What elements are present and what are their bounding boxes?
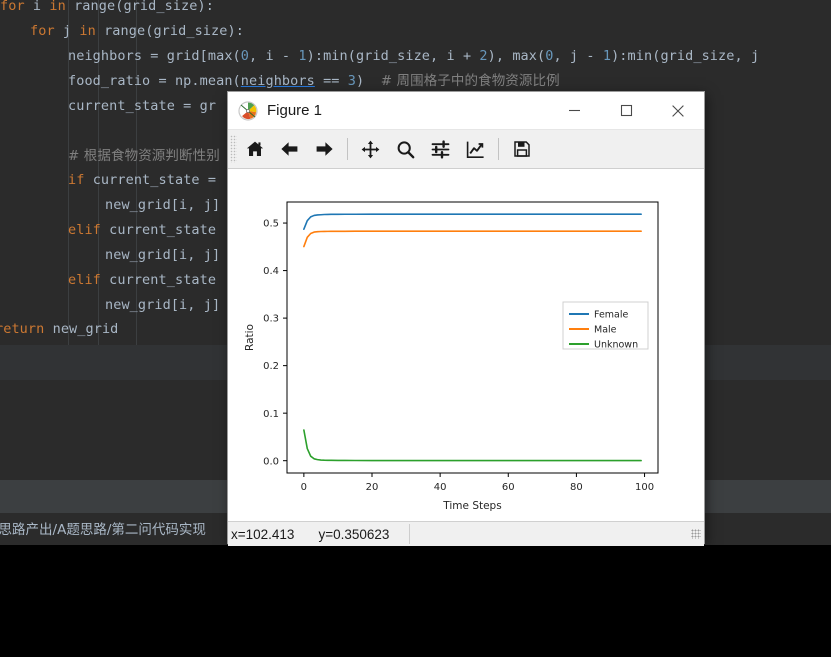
svg-text:0.3: 0.3 [263,314,279,325]
home-icon[interactable] [238,134,271,164]
code-line: current_state = gr [68,98,217,114]
editor-breadcrumb-path[interactable]: /思路产出/A题思路/第二问代码实现 [0,518,206,538]
code-line: elif current_state [68,222,217,238]
toolbar-drag-grip[interactable] [230,135,237,163]
code-line: new_grid[i, j] [105,197,221,213]
svg-text:Ratio: Ratio [244,324,256,351]
figure-status-bar: x=102.413 y=0.350623 [228,521,704,546]
pan-move-icon[interactable] [354,134,387,164]
cursor-y-readout: y=0.350623 [318,526,390,542]
edit-curve-icon[interactable] [459,134,492,164]
close-button[interactable] [652,92,704,129]
code-line: return new_grid [0,321,119,337]
code-line: neighbors = grid[max(0, i - 1):min(grid_… [68,48,760,64]
code-line: # 根据食物资源判断性别 [68,148,220,164]
forward-arrow-icon[interactable] [308,134,341,164]
svg-text:0.4: 0.4 [263,266,279,277]
code-line: elif current_state [68,272,217,288]
resize-grip[interactable] [691,529,701,539]
svg-text:Female: Female [594,309,629,320]
figure-canvas[interactable]: 0 20 40 60 80 100 0.0 0.1 0.2 0.3 0.4 0.5 Time Steps… [228,169,704,521]
svg-text:80: 80 [570,482,583,493]
svg-text:0.5: 0.5 [263,219,279,230]
save-floppy-icon[interactable] [505,134,538,164]
maximize-button[interactable] [600,92,652,129]
code-line: for j in range(grid_size): [30,23,244,39]
cursor-x-readout: x=102.413 [231,526,295,542]
matplotlib-logo-icon [238,100,258,121]
code-line: food_ratio = np.mean(neighbors == 3) # 周… [68,73,560,89]
minimize-button[interactable] [548,92,600,129]
window-controls [548,92,704,129]
toolbar-separator [498,138,499,160]
figure-title-bar[interactable]: Figure 1 [228,92,704,130]
svg-text:100: 100 [635,482,654,493]
svg-text:0.0: 0.0 [263,456,279,467]
toolbar-separator [347,138,348,160]
subplot-sliders-icon[interactable] [424,134,457,164]
code-line: new_grid[i, j] [105,297,221,313]
svg-text:Male: Male [594,324,617,335]
figure-window[interactable]: Figure 1 0 20 40 60 80 100 0.0 0.1 0.2 0… [228,92,704,546]
screen: for i in range(grid_size):for j in range… [0,0,831,657]
code-line: if current_state = [68,172,217,188]
figure-window-title: Figure 1 [267,102,323,119]
svg-text:0.2: 0.2 [263,361,279,372]
figure-toolbar[interactable] [228,130,704,169]
status-divider [409,524,411,544]
code-line: for i in range(grid_size): [0,0,214,14]
svg-text:0.1: 0.1 [263,409,279,420]
svg-text:Unknown: Unknown [594,339,638,350]
svg-text:Time Steps: Time Steps [442,500,501,512]
code-line: new_grid[i, j] [105,247,221,263]
svg-text:60: 60 [502,482,515,493]
zoom-magnifier-icon[interactable] [389,134,422,164]
svg-text:20: 20 [366,482,379,493]
svg-text:0: 0 [301,482,307,493]
back-arrow-icon[interactable] [273,134,306,164]
svg-text:40: 40 [434,482,447,493]
ratio-vs-time-line-chart: 0 20 40 60 80 100 0.0 0.1 0.2 0.3 0.4 0.5 Time Steps… [228,169,704,521]
